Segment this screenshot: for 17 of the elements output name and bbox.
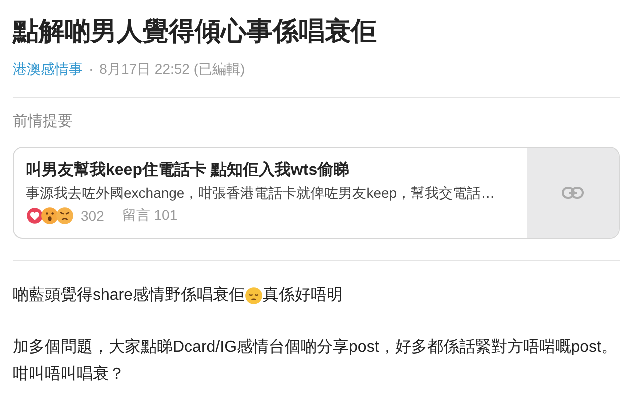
linked-post-title: 叫男友幫我keep住電話卡 點知佢入我wts偷睇 [26, 160, 351, 181]
angry-face-icon [56, 207, 74, 225]
paragraph: 加多個問題，大家點睇Dcard/IG感情台個啲分享post，好多都係話緊對方唔啱嘅post。咁叫唔叫唱衰？ [13, 338, 618, 385]
linked-post-card[interactable]: 叫男友幫我keep住電話卡 點知佢入我wts偷睇 事源我去咗外國exchange，咁張香港電話卡就俾咗男友keep，幫我交電話… 302 留言 101 [13, 147, 620, 239]
link-icon [562, 187, 584, 199]
pensive-face-icon [245, 286, 264, 304]
reaction-count: 302 [81, 208, 104, 224]
section-label: 前情提要 [12, 112, 74, 132]
heart-reaction-icon [26, 207, 44, 225]
comment-count: 留言 101 [122, 207, 178, 225]
paragraph-text: 真係好唔明 [263, 286, 344, 306]
post-time: 8月17日 22:52 (已編輯) [100, 61, 246, 79]
linked-post-excerpt: 事源我去咗外國exchange，咁張香港電話卡就俾咗男友keep，幫我交電話… [26, 185, 496, 203]
paragraph-text: 啲藍頭覺得share感情野係唱衰佢 [13, 286, 246, 306]
separator-dot: · [89, 61, 94, 79]
post-title: 點解啲男人覺得傾心事係唱衰佢 [12, 15, 378, 48]
surprised-face-icon [41, 207, 59, 225]
